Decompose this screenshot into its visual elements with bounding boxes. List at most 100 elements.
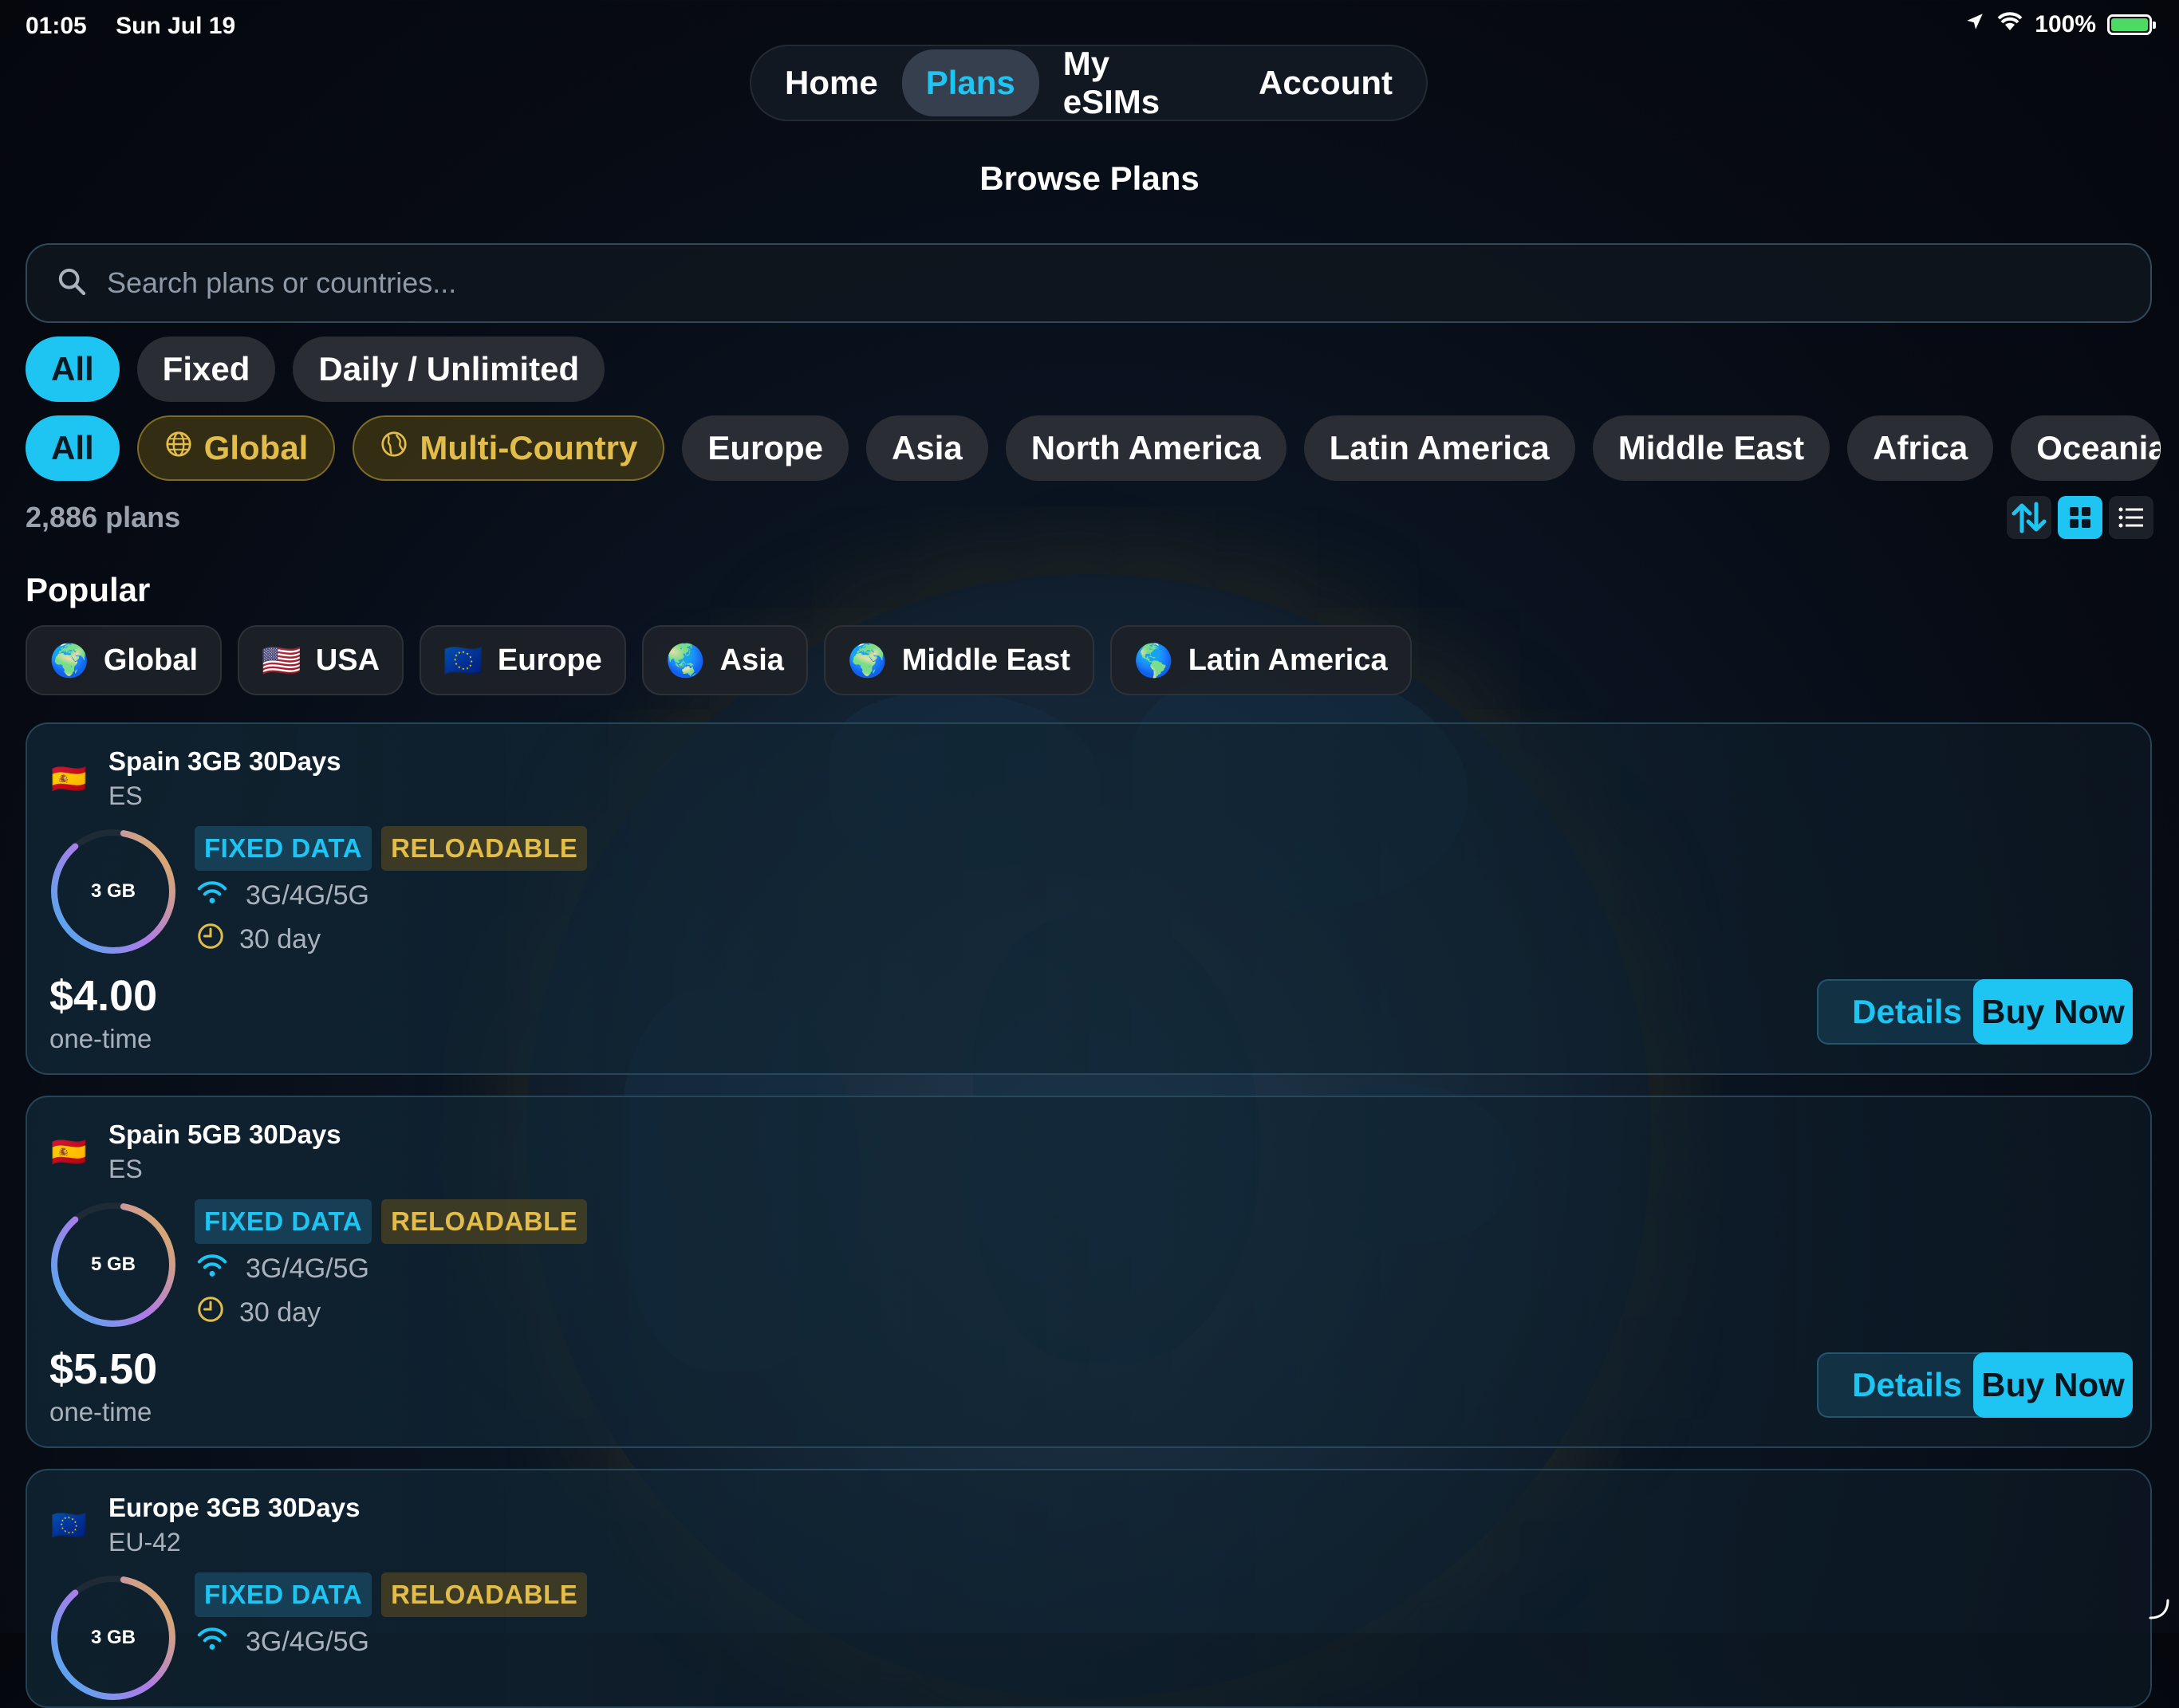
tab-my-esims[interactable]: My eSIMs — [1039, 30, 1235, 136]
popular-usa[interactable]: 🇺🇸 USA — [238, 625, 404, 695]
popular-middle-east-label: Middle East — [901, 643, 1070, 677]
globe-emoji-icon: 🌍 — [49, 643, 89, 679]
popular-destinations: 🌍 Global 🇺🇸 USA 🇪🇺 Europe 🌏 Asia 🌍 Middle Eas… — [26, 625, 1412, 695]
buy-now-button[interactable]: Buy Now — [1973, 1352, 2133, 1418]
list-icon — [2118, 507, 2143, 528]
type-filter-bar: All Fixed Daily / Unlimited — [26, 336, 605, 402]
type-filter-all[interactable]: All — [26, 336, 120, 402]
type-filter-fixed[interactable]: Fixed — [136, 336, 276, 402]
plan-count: 2,886 plans — [26, 501, 181, 533]
status-date: Sun Jul 19 — [116, 13, 236, 39]
data-amount: 3 GB — [90, 1627, 136, 1648]
region-filter-middle-east[interactable]: Middle East — [1592, 415, 1830, 481]
page-title: Browse Plans — [979, 159, 1200, 197]
popular-asia[interactable]: 🌏 Asia — [641, 625, 808, 695]
top-navigation: Home Plans My eSIMs Account — [750, 45, 1428, 121]
type-filter-daily-unlimited[interactable]: Daily / Unlimited — [293, 336, 605, 402]
globe-icon — [380, 430, 408, 466]
popular-latin-america[interactable]: 🌎 Latin America — [1109, 625, 1412, 695]
clock-icon — [196, 922, 225, 958]
details-button[interactable]: Details — [1817, 979, 1997, 1045]
tab-home[interactable]: Home — [761, 49, 902, 116]
popular-middle-east[interactable]: 🌍 Middle East — [823, 625, 1094, 695]
plan-price: $5.50 — [49, 1345, 158, 1393]
reloadable-badge: RELOADABLE — [381, 1572, 588, 1617]
globe-asia-icon: 🌏 — [665, 643, 706, 679]
eu-flag-icon: 🇪🇺 — [51, 1509, 87, 1541]
search-placeholder: Search plans or countries... — [107, 266, 457, 299]
popular-global[interactable]: 🌍 Global — [26, 625, 223, 695]
data-amount: 5 GB — [90, 1253, 136, 1275]
reloadable-badge: RELOADABLE — [381, 826, 588, 871]
usa-flag-icon: 🇺🇸 — [262, 643, 301, 679]
plan-price: $4.00 — [49, 972, 158, 1020]
fixed-data-badge: FIXED DATA — [195, 1199, 372, 1244]
plan-billing: one-time — [49, 1397, 152, 1427]
region-filter-multi-country-label: Multi-Country — [420, 429, 638, 466]
plan-duration: 30 day — [239, 924, 321, 954]
region-filter-oceania[interactable]: Oceania — [2011, 415, 2161, 481]
wifi-icon — [1996, 11, 2023, 38]
resize-handle-icon[interactable] — [2147, 1597, 2171, 1625]
plan-name: Spain 3GB 30Days — [108, 746, 341, 776]
region-filter-europe[interactable]: Europe — [682, 415, 849, 481]
search-icon — [56, 266, 88, 301]
grid-icon — [2070, 507, 2090, 528]
popular-global-label: Global — [103, 643, 199, 677]
region-filter-all[interactable]: All — [26, 415, 120, 481]
tab-account[interactable]: Account — [1235, 49, 1417, 116]
network-types: 3G/4G/5G — [246, 1627, 369, 1657]
wifi-icon — [196, 1627, 228, 1658]
spain-flag-icon: 🇪🇸 — [51, 762, 87, 795]
region-filter-north-america[interactable]: North America — [1005, 415, 1287, 481]
view-controls — [2007, 496, 2153, 539]
region-filter-asia[interactable]: Asia — [866, 415, 988, 481]
battery-percent: 100% — [2035, 11, 2096, 37]
plan-region-code: EU-42 — [108, 1528, 181, 1556]
plan-card[interactable]: 🇪🇺 Europe 3GB 30Days EU-42 3 GB FIXED DA… — [26, 1469, 2152, 1708]
data-amount: 3 GB — [90, 880, 136, 902]
popular-europe[interactable]: 🇪🇺 Europe — [420, 625, 626, 695]
network-types: 3G/4G/5G — [246, 880, 369, 911]
region-filter-multi-country[interactable]: Multi-Country — [353, 415, 665, 481]
plan-name: Europe 3GB 30Days — [108, 1493, 361, 1522]
clock-icon — [196, 1295, 225, 1331]
details-button[interactable]: Details — [1817, 1352, 1997, 1418]
status-time: 01:05 — [26, 13, 87, 39]
popular-latin-america-label: Latin America — [1188, 643, 1388, 677]
popular-europe-label: Europe — [497, 643, 602, 677]
plan-country-code: ES — [108, 781, 143, 810]
reloadable-badge: RELOADABLE — [381, 1199, 588, 1244]
list-view-button[interactable] — [2109, 496, 2153, 539]
fixed-data-badge: FIXED DATA — [195, 826, 372, 871]
globe-africa-icon: 🌍 — [847, 643, 888, 679]
globe-grid-icon — [164, 430, 193, 466]
plan-name: Spain 5GB 30Days — [108, 1120, 341, 1149]
region-filter-global[interactable]: Global — [136, 415, 336, 481]
region-filter-global-label: Global — [203, 429, 309, 466]
region-filter-africa[interactable]: Africa — [1847, 415, 1994, 481]
sort-button[interactable] — [2007, 496, 2051, 539]
battery-icon — [2107, 14, 2156, 35]
grid-view-button[interactable] — [2058, 496, 2102, 539]
fixed-data-badge: FIXED DATA — [195, 1572, 372, 1617]
globe-americas-icon: 🌎 — [1133, 643, 1174, 679]
buy-now-button[interactable]: Buy Now — [1973, 979, 2133, 1045]
plan-card[interactable]: 🇪🇸 Spain 5GB 30Days ES 5 GB FIXED DATA R… — [26, 1096, 2152, 1448]
popular-usa-label: USA — [315, 643, 380, 677]
network-types: 3G/4G/5G — [246, 1253, 369, 1284]
spain-flag-icon: 🇪🇸 — [51, 1135, 87, 1168]
region-filter-bar: All Global Multi-Country Europe Asia Nor… — [26, 415, 2161, 481]
wifi-icon — [196, 880, 228, 911]
wifi-icon — [196, 1253, 228, 1285]
eu-flag-icon: 🇪🇺 — [443, 643, 483, 679]
search-input[interactable]: Search plans or countries... — [26, 243, 2152, 323]
region-filter-latin-america[interactable]: Latin America — [1303, 415, 1575, 481]
plan-billing: one-time — [49, 1024, 152, 1053]
popular-asia-label: Asia — [719, 643, 784, 677]
location-icon — [1964, 11, 1985, 38]
plan-country-code: ES — [108, 1155, 143, 1183]
plan-duration: 30 day — [239, 1297, 321, 1328]
tab-plans[interactable]: Plans — [901, 49, 1039, 116]
plan-card[interactable]: 🇪🇸 Spain 3GB 30Days ES 3 GB FIXED DATA R… — [26, 722, 2152, 1075]
